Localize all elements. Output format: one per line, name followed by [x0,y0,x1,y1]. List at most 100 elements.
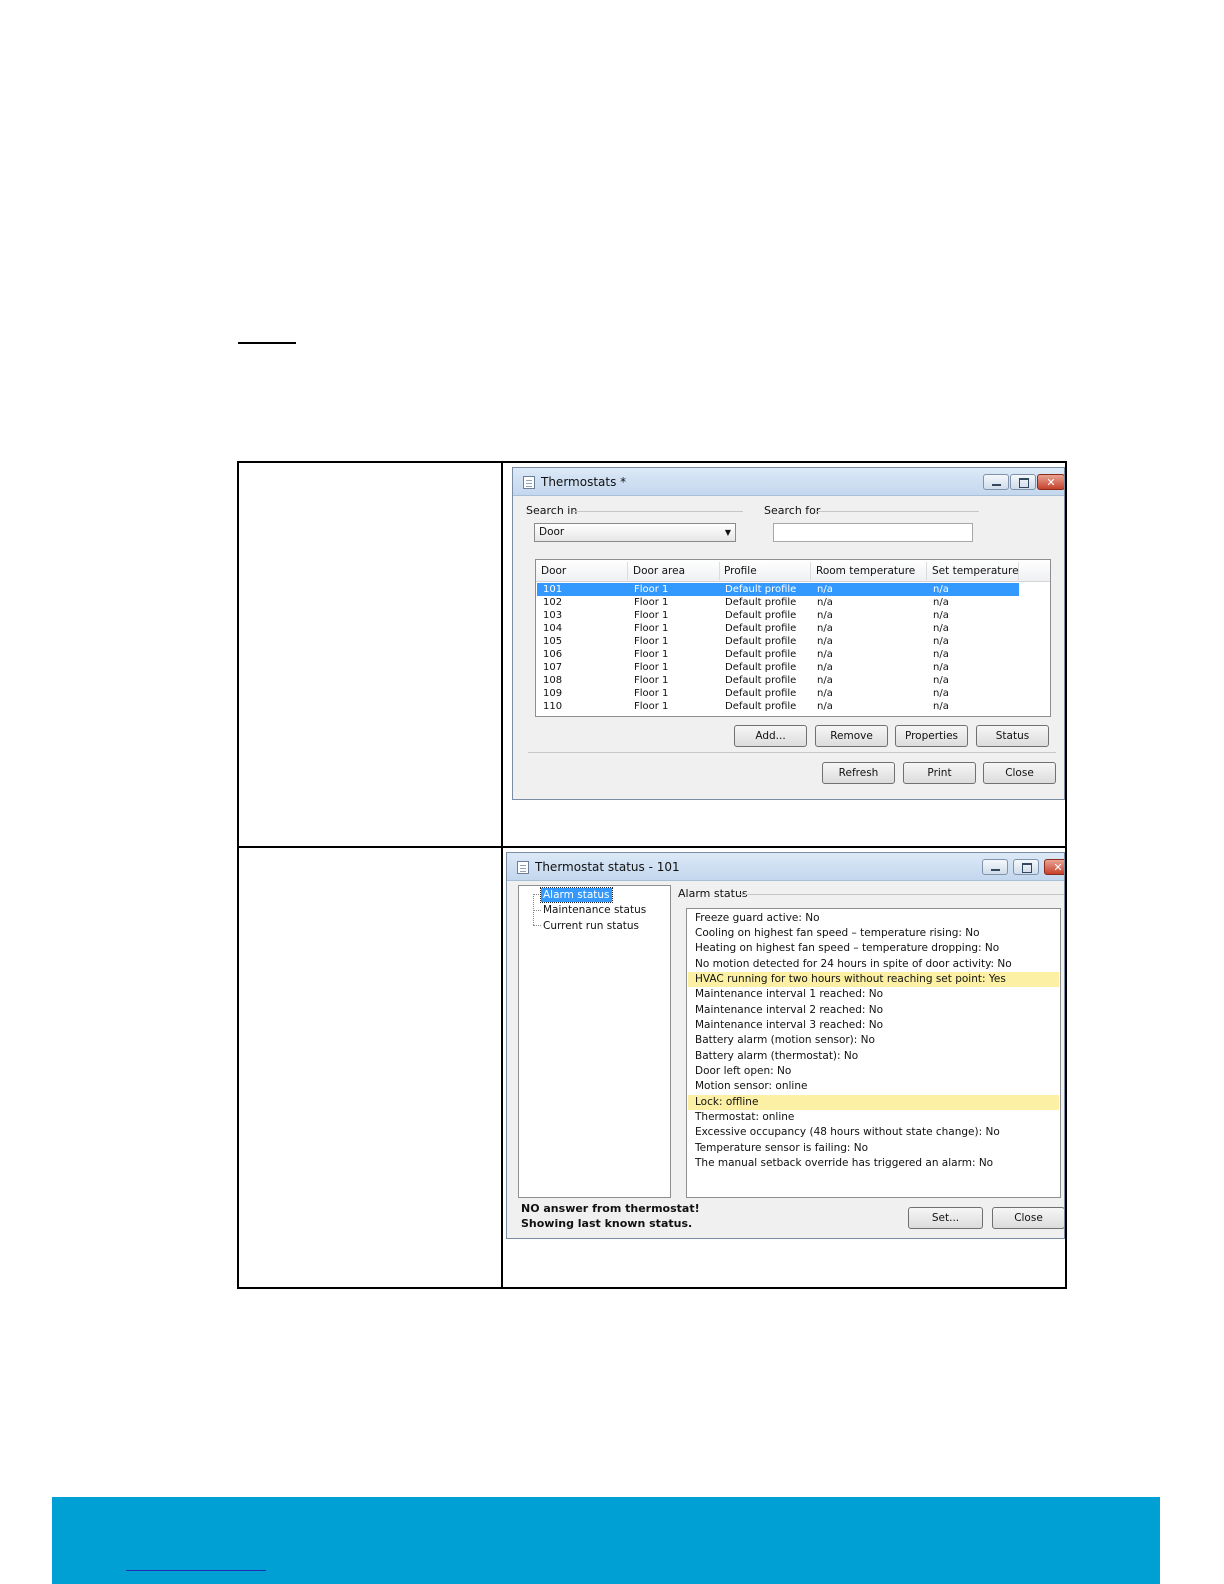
cell-set-temperature: n/a [933,662,949,673]
close-button[interactable]: Close [992,1207,1064,1229]
cell-profile: Default profile [725,688,797,699]
close-window-button[interactable] [1037,474,1064,490]
list-item: Freeze guard active: No [695,912,820,924]
tree-item-alarm-status[interactable]: Alarm status [540,887,613,903]
list-item: Door left open: No [695,1065,792,1077]
add-button[interactable]: Add... [734,725,807,747]
footer-band [52,1497,1160,1584]
column-header-set-temperature[interactable]: Set temperature [932,565,1019,577]
column-header-room-temperature[interactable]: Room temperature [816,565,915,577]
warning-last-known-status: Showing last known status. [521,1217,693,1230]
window-title: Thermostats * [541,475,627,489]
cell-room-temperature: n/a [817,675,833,686]
cell-room-temperature: n/a [817,597,833,608]
cell-set-temperature: n/a [933,636,949,647]
list-item: No motion detected for 24 hours in spite… [695,958,1012,970]
tree-connector [533,894,541,895]
list-item: Battery alarm (motion sensor): No [695,1034,875,1046]
dropdown-arrow-icon: ▼ [724,528,731,537]
column-header-door[interactable]: Door [541,565,566,577]
title-bar: Thermostats * [513,468,1064,496]
alarm-status-groupline [740,894,1064,895]
set-button[interactable]: Set... [908,1207,983,1229]
list-item: Cooling on highest fan speed – temperatu… [695,927,980,939]
cell-set-temperature: n/a [933,701,949,712]
cell-room-temperature: n/a [817,701,833,712]
cell-door-area: Floor 1 [634,675,669,686]
close-window-button[interactable] [1044,859,1064,875]
cell-door: 107 [543,662,563,673]
column-separator [810,562,811,580]
table-row[interactable]: 101 Floor 1 Default profile n/a n/a [537,583,1019,596]
list-item: Motion sensor: online [695,1080,808,1092]
cell-profile: Default profile [725,610,797,621]
cell-door: 102 [543,597,563,608]
minimize-button[interactable] [983,474,1009,490]
cell-profile: Default profile [725,662,797,673]
cell-door-area: Floor 1 [634,584,669,595]
cell-room-temperature: n/a [817,584,833,595]
table-row[interactable]: 108 Floor 1 Default profile n/a n/a [537,674,1019,687]
table-row[interactable]: 104 Floor 1 Default profile n/a n/a [537,622,1019,635]
remove-button[interactable]: Remove [815,725,888,747]
cell-door-area: Floor 1 [634,636,669,647]
column-separator [627,562,628,580]
thermostat-status-window: Thermostat status - 101 Alarm status Mai… [506,852,1065,1239]
cell-door: 109 [543,688,563,699]
cell-door-area: Floor 1 [634,597,669,608]
minimize-button[interactable] [982,859,1008,875]
cell-door-area: Floor 1 [634,623,669,634]
column-separator [926,562,927,580]
window-title: Thermostat status - 101 [535,860,680,874]
close-button[interactable]: Close [983,762,1056,784]
table-row[interactable]: 105 Floor 1 Default profile n/a n/a [537,635,1019,648]
cell-door-area: Floor 1 [634,649,669,660]
print-button[interactable]: Print [903,762,976,784]
maximize-button[interactable] [1010,474,1036,490]
status-tree: Alarm status Maintenance status Current … [518,885,671,1198]
cell-profile: Default profile [725,675,797,686]
cell-door: 106 [543,649,563,660]
maximize-button[interactable] [1013,859,1039,875]
cell-set-temperature: n/a [933,597,949,608]
cell-room-temperature: n/a [817,662,833,673]
search-in-dropdown[interactable]: Door ▼ [534,523,736,542]
thermostats-list[interactable]: Door Door area Profile Room temperature … [535,559,1051,717]
properties-button[interactable]: Properties [895,725,968,747]
tree-item-maintenance-status[interactable]: Maintenance status [541,903,648,917]
column-header-door-area[interactable]: Door area [633,565,685,577]
column-header-profile[interactable]: Profile [724,565,757,577]
search-for-groupline [815,511,979,512]
footer-link[interactable] [126,1557,266,1571]
cell-room-temperature: n/a [817,636,833,647]
list-item-highlighted: HVAC running for two hours without reach… [688,972,1059,987]
window-icon [523,476,535,489]
table-row[interactable]: 107 Floor 1 Default profile n/a n/a [537,661,1019,674]
refresh-button[interactable]: Refresh [822,762,895,784]
cell-door: 101 [543,584,563,595]
column-separator [719,562,720,580]
cell-room-temperature: n/a [817,649,833,660]
cell-set-temperature: n/a [933,675,949,686]
thermostats-window: Thermostats * Search in Search for Door … [512,467,1065,800]
list-item-highlighted: Lock: offline [688,1095,1059,1110]
table-row[interactable]: 110 Floor 1 Default profile n/a n/a [537,700,1019,713]
tree-connector [533,925,541,926]
alarm-status-group-label: Alarm status [678,887,748,900]
cell-door-area: Floor 1 [634,610,669,621]
table-row[interactable]: 106 Floor 1 Default profile n/a n/a [537,648,1019,661]
cell-set-temperature: n/a [933,610,949,621]
cell-profile: Default profile [725,649,797,660]
list-item: Heating on highest fan speed – temperatu… [695,942,1000,954]
table-row[interactable]: 109 Floor 1 Default profile n/a n/a [537,687,1019,700]
search-for-input[interactable] [773,523,973,542]
cell-door-area: Floor 1 [634,701,669,712]
table-row[interactable]: 102 Floor 1 Default profile n/a n/a [537,596,1019,609]
tree-item-current-run-status[interactable]: Current run status [541,919,641,933]
cell-door: 104 [543,623,563,634]
table-row[interactable]: 103 Floor 1 Default profile n/a n/a [537,609,1019,622]
list-item: Excessive occupancy (48 hours without st… [695,1126,1000,1138]
list-item: Temperature sensor is failing: No [695,1142,869,1154]
status-button[interactable]: Status [976,725,1049,747]
cell-set-temperature: n/a [933,584,949,595]
